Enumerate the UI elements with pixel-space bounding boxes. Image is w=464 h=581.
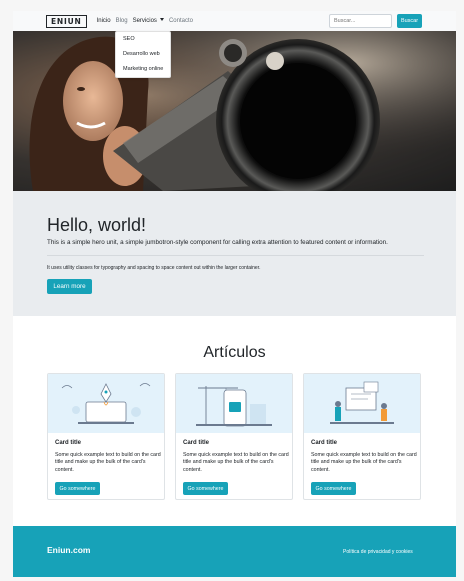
dropdown-item-seo[interactable]: SEO — [116, 32, 170, 47]
jumbotron-text: It uses utility classes for typography a… — [47, 265, 261, 271]
dropdown-item-desarrollo-web[interactable]: Desarrollo web — [116, 47, 170, 62]
jumbotron-divider — [47, 255, 424, 256]
card-title: Card title — [55, 440, 82, 446]
card-title: Card title — [311, 440, 338, 446]
card-text: Some quick example text to build on the … — [55, 452, 161, 473]
servicios-dropdown-menu: SEO Desarrollo web Marketing online — [115, 31, 171, 78]
nav-links: Inicio Blog Servicios Contacto — [97, 11, 198, 31]
learn-more-button[interactable]: Learn more — [47, 279, 92, 294]
card-rocket: Card title Some quick example text to bu… — [47, 373, 165, 500]
privacy-policy-link[interactable]: Política de privacidad y cookies — [343, 549, 413, 555]
go-somewhere-button[interactable]: Go somewhere — [311, 482, 356, 495]
jumbotron: Hello, world! This is a simple hero unit… — [13, 191, 456, 316]
search-button[interactable]: Buscar — [397, 14, 422, 28]
hero-photo-illustration — [13, 31, 456, 191]
rocket-launch-illustration — [61, 383, 151, 424]
crane-phone-illustration — [196, 386, 272, 427]
page: ENIUN Inicio Blog Servicios Contacto Bus… — [13, 11, 456, 577]
caret-down-icon — [159, 18, 164, 21]
jumbotron-lead: This is a simple hero unit, a simple jum… — [47, 239, 388, 246]
nav-link-servicios-label: Servicios — [132, 18, 157, 24]
brand-logo[interactable]: ENIUN — [46, 14, 87, 28]
team-board-illustration — [330, 381, 394, 424]
card-crane: Card title Some quick example text to bu… — [175, 373, 293, 500]
articles-title: Artículos — [203, 344, 266, 361]
card-image-team — [304, 374, 420, 433]
search-input[interactable] — [329, 14, 392, 28]
hero-image — [13, 31, 456, 191]
nav-link-blog[interactable]: Blog — [116, 11, 128, 31]
card-text: Some quick example text to build on the … — [311, 452, 417, 473]
card-title: Card title — [183, 440, 210, 446]
nav-link-inicio[interactable]: Inicio — [97, 11, 111, 31]
navbar: ENIUN Inicio Blog Servicios Contacto Bus… — [13, 11, 456, 31]
card-team: Card title Some quick example text to bu… — [303, 373, 421, 500]
nav-link-servicios[interactable]: Servicios — [133, 11, 164, 31]
card-image-crane — [176, 374, 292, 433]
card-image-rocket — [48, 374, 164, 433]
footer-brand[interactable]: Eniun.com — [47, 545, 90, 555]
jumbotron-title: Hello, world! — [47, 215, 147, 235]
card-text: Some quick example text to build on the … — [183, 452, 289, 473]
go-somewhere-button[interactable]: Go somewhere — [183, 482, 228, 495]
go-somewhere-button[interactable]: Go somewhere — [55, 482, 100, 495]
footer: Eniun.com Política de privacidad y cooki… — [13, 526, 456, 577]
dropdown-item-marketing-online[interactable]: Marketing online — [116, 62, 170, 77]
nav-link-contacto[interactable]: Contacto — [169, 11, 193, 31]
